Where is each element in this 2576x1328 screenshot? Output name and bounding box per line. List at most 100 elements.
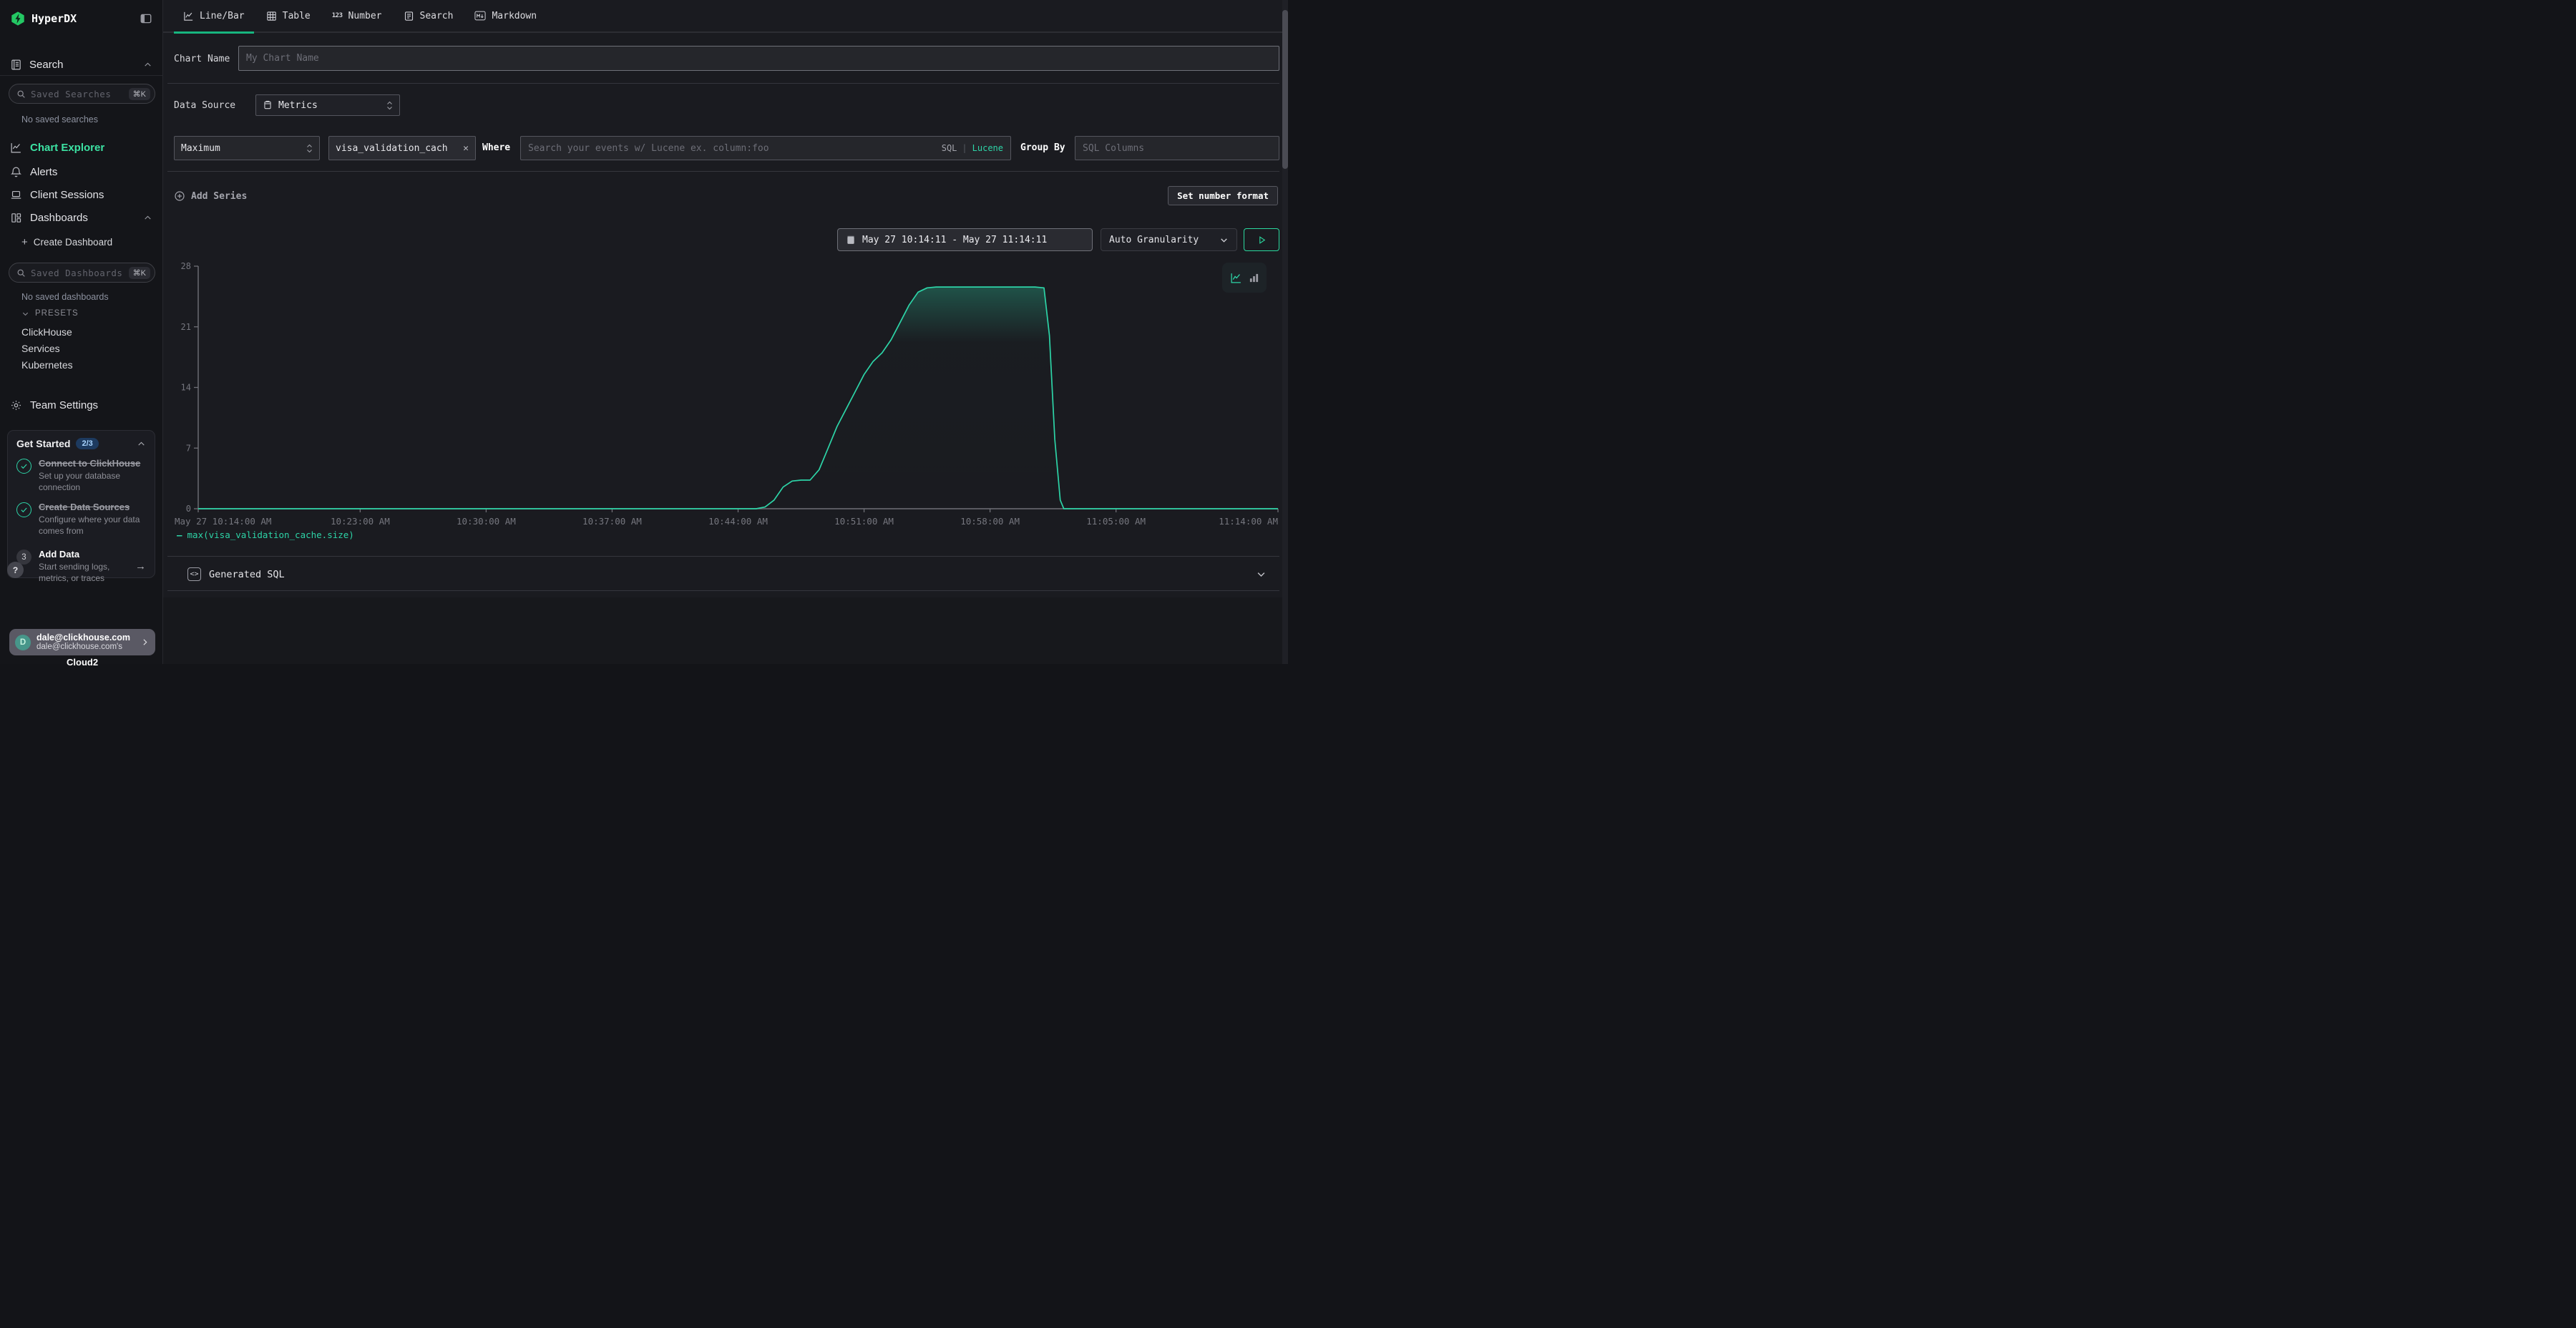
sidebar-item-alerts[interactable]: Alerts [0, 160, 162, 183]
generated-sql-label: Generated SQL [209, 569, 285, 580]
chart-name-input[interactable] [238, 46, 1279, 71]
database-icon [263, 100, 273, 110]
brand[interactable]: HyperDX [10, 11, 77, 26]
granularity-value: Auto Granularity [1109, 235, 1199, 245]
run-query-button[interactable] [1244, 228, 1279, 251]
get-started-header[interactable]: Get Started 2/3 [16, 438, 146, 449]
line-chart-icon [10, 142, 22, 154]
x-tick-label: 10:44:00 AM [708, 516, 768, 527]
sidebar-header: HyperDX [0, 0, 162, 37]
data-source-select[interactable]: Metrics [255, 94, 400, 116]
page-bottom-band [163, 597, 1288, 664]
saved-searches-field[interactable] [31, 89, 124, 99]
markdown-icon [474, 11, 486, 21]
sidebar-item-client-sessions[interactable]: Client Sessions [0, 183, 162, 206]
y-tick-label: 14 [181, 383, 191, 393]
group-by-label: Group By [1020, 142, 1065, 153]
check-circle-icon [16, 502, 31, 517]
metric-tag-label: visa_validation_cach [336, 143, 448, 154]
user-menu[interactable]: D dale@clickhouse.com dale@clickhouse.co… [9, 629, 155, 655]
chart-legend[interactable]: — max(visa_validation_cache.size) [177, 529, 354, 540]
divider [167, 590, 1279, 591]
select-chevrons-icon [306, 144, 313, 153]
lucene-toggle[interactable]: Lucene [972, 143, 1003, 153]
help-button[interactable]: ? [7, 562, 24, 578]
step-title: Create Data Sources [39, 502, 130, 512]
saved-dashboards-field[interactable] [31, 268, 124, 278]
sidebar-item-chart-explorer[interactable]: Chart Explorer [0, 136, 162, 159]
x-tick-label: 11:14:00 AM [1219, 516, 1278, 527]
avatar: D [15, 635, 31, 650]
aggregation-value: Maximum [181, 143, 220, 154]
date-range-picker[interactable]: May 27 10:14:11 - May 27 11:14:11 [837, 228, 1093, 251]
divider [167, 556, 1279, 557]
step-desc: Set up your database connection [39, 471, 146, 493]
tab-line-bar[interactable]: Line/Bar [174, 0, 254, 32]
sidebar-divider [0, 75, 162, 76]
y-tick-label: 21 [181, 322, 191, 332]
get-started-step-3[interactable]: 3 Add Data Start sending logs, metrics, … [16, 548, 146, 584]
chart-type-tabs: Line/Bar Table 123 Number Search [163, 0, 1288, 33]
chevron-up-icon[interactable] [137, 439, 146, 449]
create-dashboard-label: Create Dashboard [34, 237, 112, 248]
user-email: dale@clickhouse.com [36, 633, 130, 643]
code-icon: <> [187, 567, 201, 581]
data-source-value: Metrics [278, 100, 318, 111]
bell-icon [10, 166, 22, 178]
number-123-icon: 123 [332, 12, 343, 19]
nav-label: Client Sessions [30, 189, 104, 201]
get-started-step-1[interactable]: Connect to ClickHouse Set up your databa… [16, 457, 146, 493]
tab-number[interactable]: 123 Number [323, 0, 391, 32]
gear-icon [10, 399, 22, 411]
sidebar-item-team-settings[interactable]: Team Settings [0, 394, 162, 416]
x-tick-label: 10:30:00 AM [457, 516, 516, 527]
user-team-prefix: dale@clickhouse.com's [36, 643, 130, 652]
sql-toggle[interactable]: SQL [942, 143, 957, 153]
layout-grid-icon [10, 212, 22, 224]
presets-toggle[interactable]: PRESETS [21, 309, 79, 318]
nav-label: Dashboards [30, 212, 88, 224]
preset-clickhouse[interactable]: ClickHouse [21, 326, 72, 338]
chevron-up-icon[interactable] [143, 60, 152, 69]
close-icon[interactable]: ✕ [463, 143, 469, 154]
scrollbar-track[interactable] [1282, 0, 1288, 664]
main-panel: Line/Bar Table 123 Number Search [163, 0, 1288, 664]
saved-searches-input[interactable]: ⌘K [9, 84, 155, 104]
sidebar-item-dashboards[interactable]: Dashboards [0, 206, 162, 229]
sidebar-section-search[interactable]: Search [0, 54, 162, 74]
x-tick-label: 11:05:00 AM [1086, 516, 1146, 527]
where-label: Where [482, 142, 510, 153]
no-saved-searches-text: No saved searches [21, 114, 98, 125]
preset-services[interactable]: Services [21, 343, 60, 354]
data-source-label: Data Source [174, 100, 235, 111]
chevron-up-icon[interactable] [143, 213, 152, 223]
chevron-right-icon [140, 638, 150, 647]
tab-search[interactable]: Search [394, 0, 463, 32]
saved-dashboards-input[interactable]: ⌘K [9, 263, 155, 283]
get-started-card: Get Started 2/3 Connect to ClickHouse Se… [7, 430, 155, 578]
group-by-input[interactable] [1075, 136, 1279, 160]
generated-sql-toggle[interactable]: <> Generated SQL [187, 567, 1267, 581]
x-tick-label: 10:37:00 AM [582, 516, 642, 527]
plus-icon: + [21, 236, 28, 248]
sidebar: HyperDX Search ⌘K No saved searches [0, 0, 163, 664]
aggregation-select[interactable]: Maximum [174, 136, 320, 160]
get-started-title: Get Started [16, 438, 70, 449]
chevron-down-icon [1256, 569, 1267, 580]
step-desc: Start sending logs, metrics, or traces [39, 562, 128, 584]
granularity-select[interactable]: Auto Granularity [1101, 228, 1237, 251]
metric-tag[interactable]: visa_validation_cach ✕ [328, 136, 476, 160]
preset-kubernetes[interactable]: Kubernetes [21, 359, 73, 371]
sidebar-collapse-icon[interactable] [140, 12, 152, 25]
set-number-format-button[interactable]: Set number format [1168, 186, 1278, 205]
app-root: HyperDX Search ⌘K No saved searches [0, 0, 1288, 664]
where-input[interactable] [528, 143, 942, 154]
scrollbar-thumb[interactable] [1282, 10, 1288, 169]
add-series-button[interactable]: Add Series [174, 190, 247, 202]
tab-markdown[interactable]: Markdown [465, 0, 546, 32]
get-started-step-2[interactable]: Create Data Sources Configure where your… [16, 501, 146, 537]
timeseries-chart[interactable]: 07142128May 27 10:14:00 AM10:23:00 AM10:… [172, 258, 1288, 544]
tab-table[interactable]: Table [257, 0, 320, 32]
create-dashboard-button[interactable]: + Create Dashboard [21, 236, 112, 248]
tab-label: Line/Bar [200, 11, 245, 21]
